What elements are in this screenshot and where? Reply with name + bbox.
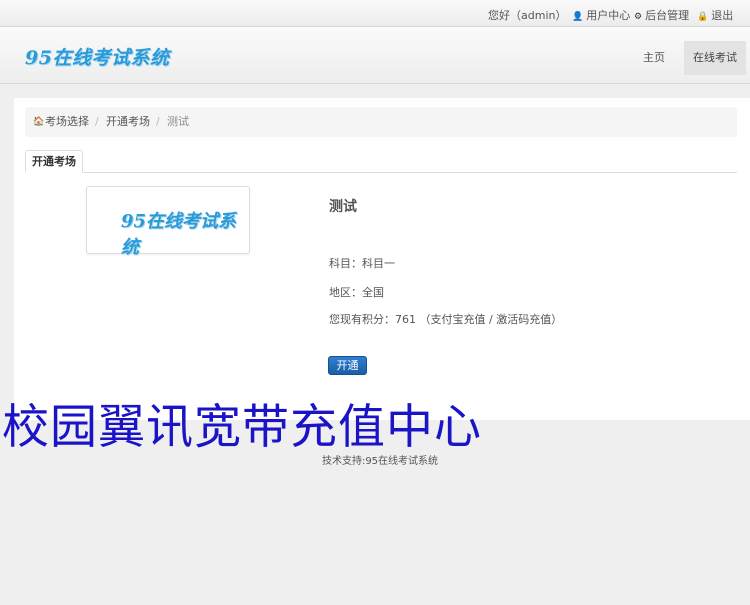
logout-link[interactable]: 🔒 退出 bbox=[697, 7, 733, 23]
footer-credit: 技术支持:95在线考试系统 bbox=[321, 456, 439, 467]
breadcrumb: 🏠 考场选择 / 开通考场 / 测试 bbox=[25, 107, 737, 137]
breadcrumb-exam-select[interactable]: 考场选择 bbox=[45, 107, 89, 137]
exam-title: 测试 bbox=[329, 199, 357, 215]
logout-label: 退出 bbox=[711, 9, 734, 22]
breadcrumb-separator: / bbox=[156, 115, 160, 128]
points-value: 761 bbox=[395, 313, 416, 326]
exam-points: 您现有积分：761 （支付宝充值 / 激活码充值） bbox=[329, 311, 562, 327]
admin-label: 后台管理 bbox=[645, 9, 690, 22]
paren-open: （ bbox=[419, 313, 431, 326]
exam-thumbnail: 95在线考试系统 bbox=[86, 186, 250, 258]
top-user-bar: 您好（admin） 👤 用户中心 ⚙ 后台管理 🔒 退出 bbox=[0, 0, 750, 27]
site-logo[interactable]: 95在线考试系统 bbox=[25, 43, 169, 70]
code-recharge-link[interactable]: 激活码充值 bbox=[496, 313, 551, 326]
overlay-banner-text: 校园翼讯宽带充值中心 bbox=[2, 400, 482, 455]
subject-value: 科目一 bbox=[362, 257, 395, 270]
exam-subject: 科目：科目一 bbox=[329, 255, 395, 271]
user-center-link[interactable]: 👤 用户中心 bbox=[572, 7, 630, 23]
gear-icon: ⚙ bbox=[634, 12, 643, 22]
exam-region: 地区：全国 bbox=[329, 284, 384, 300]
points-label: 您现有积分： bbox=[329, 313, 395, 326]
admin-link[interactable]: ⚙ 后台管理 bbox=[634, 7, 689, 23]
tab-divider bbox=[25, 172, 737, 173]
greeting-text: 您好（admin） bbox=[488, 9, 567, 22]
region-label: 地区： bbox=[329, 286, 362, 299]
site-header: 95在线考试系统 主页 在线考试 bbox=[0, 27, 750, 84]
breadcrumb-current: 测试 bbox=[167, 115, 189, 128]
home-icon[interactable]: 🏠 bbox=[33, 107, 44, 137]
nav-online-exam[interactable]: 在线考试 bbox=[684, 41, 746, 75]
breadcrumb-separator: / bbox=[95, 115, 99, 128]
paren-close: ） bbox=[551, 313, 563, 326]
thumbnail-logo: 95在线考试系统 bbox=[121, 211, 237, 258]
user-center-label: 用户中心 bbox=[586, 9, 631, 22]
subject-label: 科目： bbox=[329, 257, 362, 270]
alipay-recharge-link[interactable]: 支付宝充值 bbox=[431, 313, 486, 326]
slash: / bbox=[485, 313, 497, 326]
open-button[interactable]: 开通 bbox=[328, 356, 367, 375]
nav-home[interactable]: 主页 bbox=[632, 41, 676, 75]
breadcrumb-open-exam[interactable]: 开通考场 bbox=[106, 107, 150, 137]
tab-open-exam[interactable]: 开通考场 bbox=[25, 150, 83, 173]
region-value: 全国 bbox=[362, 286, 384, 299]
lock-icon: 🔒 bbox=[697, 12, 709, 22]
user-icon: 👤 bbox=[572, 12, 584, 22]
